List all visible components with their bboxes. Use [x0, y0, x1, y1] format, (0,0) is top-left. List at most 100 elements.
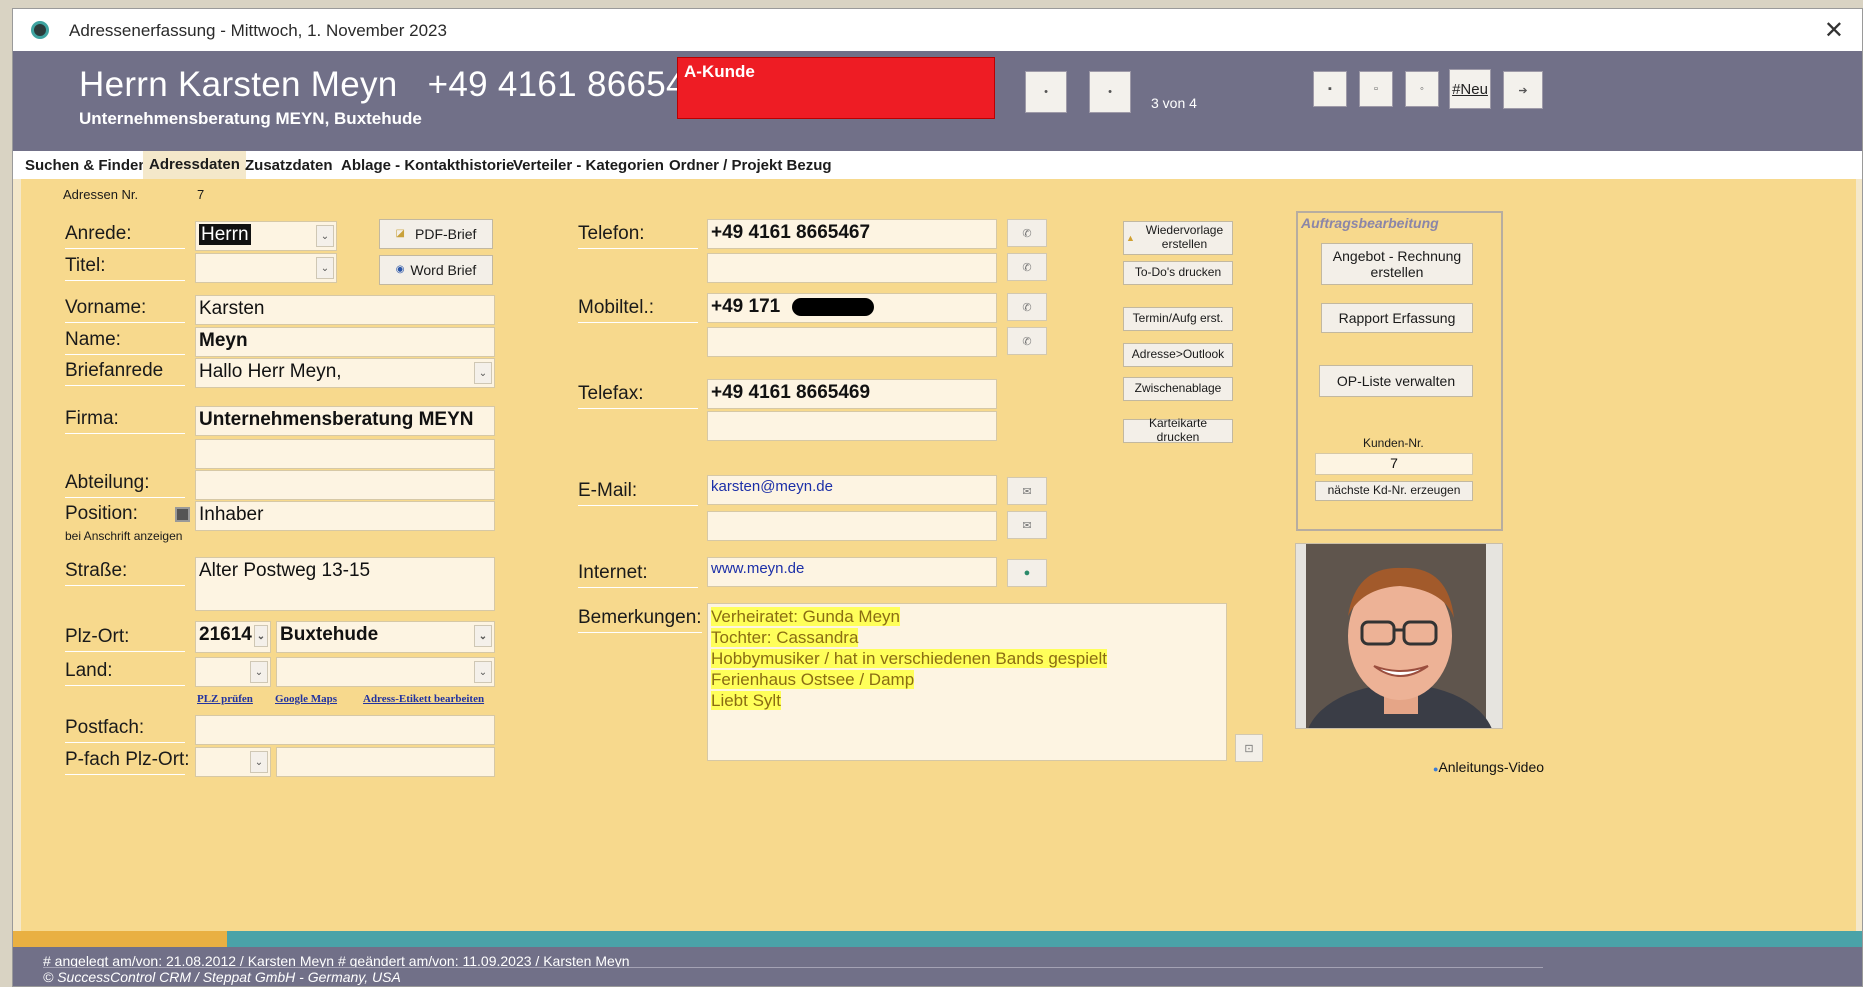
telefax-input[interactable]: +49 4161 8665469	[707, 379, 997, 409]
anrede-label: Anrede:	[65, 223, 185, 249]
bemerkung-line: Tochter: Cassandra	[711, 628, 859, 647]
postfach-input[interactable]	[195, 715, 495, 745]
briefanrede-value: Hallo Herr Meyn,	[199, 361, 342, 382]
save-icon: ▪	[1328, 83, 1332, 95]
mail-icon: ✉	[1022, 485, 1032, 498]
prev-record-button[interactable]: •	[1025, 71, 1067, 113]
trash-icon: ◦	[1420, 83, 1424, 95]
todos-drucken-button[interactable]: To-Do's drucken	[1123, 261, 1233, 285]
strasse-input[interactable]: Alter Postweg 13-15	[195, 557, 495, 611]
expand-notes-button[interactable]: ⊡	[1235, 734, 1263, 762]
angebot-label: Angebot - Rechnung erstellen	[1332, 247, 1462, 280]
exit-icon: ➔	[1518, 84, 1528, 97]
tab-ordner[interactable]: Ordner / Projekt Bezug	[669, 157, 832, 174]
contact-photo[interactable]	[1295, 543, 1503, 729]
chevron-down-icon: ⌄	[250, 751, 268, 773]
position-toggle-checkbox[interactable]	[175, 507, 190, 522]
phone-icon: ✆	[1022, 261, 1032, 274]
send-email-button[interactable]: ✉	[1007, 477, 1047, 505]
redaction-mark	[791, 297, 874, 316]
op-liste-button[interactable]: OP-Liste verwalten	[1319, 365, 1473, 397]
word-brief-button[interactable]: ◉ Word Brief	[379, 255, 493, 285]
copy-icon: ▫	[1374, 83, 1378, 95]
telefax-label: Telefax:	[578, 383, 698, 409]
firma-input[interactable]: Unternehmensberatung MEYN	[195, 406, 495, 436]
google-maps-link[interactable]: Google Maps	[275, 693, 337, 705]
telefon2-input[interactable]	[707, 253, 997, 283]
footer-divider	[43, 967, 1543, 968]
mobil-input[interactable]: +49 171	[707, 293, 997, 323]
pfach-ort-input[interactable]	[276, 747, 495, 777]
adresse-outlook-button[interactable]: Adresse>Outlook	[1123, 343, 1233, 367]
land-code-select[interactable]: ⌄	[195, 657, 271, 687]
abteilung-input[interactable]	[195, 470, 495, 500]
call-telefon2-button[interactable]: ✆	[1007, 253, 1047, 281]
header-contact-line: Herrn Karsten Meyn +49 4161 8665467	[79, 65, 725, 105]
internet-label: Internet:	[578, 562, 698, 588]
briefanrede-select[interactable]: Hallo Herr Meyn, ⌄	[195, 358, 495, 388]
next-kd-nr-button[interactable]: nächste Kd-Nr. erzeugen	[1315, 481, 1473, 501]
exit-button[interactable]: ➔	[1503, 71, 1543, 109]
todos-label: To-Do's drucken	[1134, 265, 1222, 280]
chevron-down-icon: ⌄	[250, 661, 268, 683]
plz-select[interactable]: 21614 ⌄	[195, 621, 271, 653]
tab-verteiler[interactable]: Verteiler - Kategorien	[513, 157, 664, 174]
auftrag-group-title: Auftragsbearbeitung	[1301, 215, 1439, 231]
telefax2-input[interactable]	[707, 411, 997, 441]
call-telefon-button[interactable]: ✆	[1007, 219, 1047, 247]
zwischenablage-button[interactable]: Zwischenablage	[1123, 377, 1233, 401]
termin-button[interactable]: Termin/Aufg erst.	[1123, 307, 1233, 331]
wiedervorlage-button[interactable]: ▲ Wiedervorlage erstellen	[1123, 221, 1233, 255]
titel-select[interactable]: ⌄	[195, 253, 337, 283]
telefon-label: Telefon:	[578, 223, 698, 249]
bemerkung-line: Ferienhaus Ostsee / Damp	[711, 670, 915, 689]
call-mobil2-button[interactable]: ✆	[1007, 327, 1047, 355]
mobil2-input[interactable]	[707, 327, 997, 357]
close-icon[interactable]: ✕	[1824, 16, 1844, 45]
firma2-input[interactable]	[195, 439, 495, 469]
telefon-input[interactable]: +49 4161 8665467	[707, 219, 997, 249]
angebot-rechnung-button[interactable]: Angebot - Rechnung erstellen	[1321, 243, 1473, 285]
land-select[interactable]: ⌄	[276, 657, 495, 687]
chevron-down-icon: ⌄	[474, 362, 492, 384]
plz-pruefen-link[interactable]: PLZ prüfen	[197, 693, 253, 705]
next-icon: •	[1108, 86, 1112, 98]
tab-adressdaten[interactable]: Adressdaten	[143, 151, 246, 179]
pfach-plz-ort-label: P-fach Plz-Ort:	[65, 749, 190, 775]
status-strip-accent	[13, 931, 227, 947]
pfach-plz-select[interactable]: ⌄	[195, 747, 271, 777]
pdf-brief-button[interactable]: ◪ PDF-Brief	[379, 219, 493, 249]
bemerkungen-textarea[interactable]: Verheiratet: Gunda Meyn Tochter: Cassand…	[707, 603, 1227, 761]
email-input[interactable]: karsten@meyn.de	[707, 475, 997, 505]
name-input[interactable]: Meyn	[195, 327, 495, 357]
zoom-icon: ⊡	[1244, 742, 1254, 755]
anrede-select[interactable]: Herrn ⌄	[195, 221, 337, 251]
tab-ablage[interactable]: Ablage - Kontakthistorie	[341, 157, 514, 174]
save-button[interactable]: ▪	[1313, 71, 1347, 107]
briefanrede-label: Briefanrede	[65, 360, 185, 386]
prev-icon: •	[1044, 86, 1048, 98]
header-company: Unternehmensberatung MEYN, Buxtehude	[79, 109, 422, 128]
word-icon: ◉	[395, 264, 405, 276]
email2-input[interactable]	[707, 511, 997, 541]
copy-button[interactable]: ▫	[1359, 71, 1393, 107]
next-record-button[interactable]: •	[1089, 71, 1131, 113]
new-record-button[interactable]: #Neu	[1449, 69, 1491, 109]
call-mobil-button[interactable]: ✆	[1007, 293, 1047, 321]
tab-suchen[interactable]: Suchen & Finden	[25, 157, 148, 174]
tab-zusatzdaten[interactable]: Zusatzdaten	[245, 157, 333, 174]
postfach-label: Postfach:	[65, 717, 185, 743]
open-website-button[interactable]: ●	[1007, 559, 1047, 587]
karteikarte-button[interactable]: Karteikarte drucken	[1123, 416, 1233, 444]
rapport-button[interactable]: Rapport Erfassung	[1321, 303, 1473, 333]
adress-etikett-link[interactable]: Adress-Etikett bearbeiten	[363, 693, 484, 705]
video-link[interactable]: ●Anleitungs-Video	[1433, 759, 1544, 775]
send-email2-button[interactable]: ✉	[1007, 511, 1047, 539]
vorname-input[interactable]: Karsten	[195, 295, 495, 325]
ort-select[interactable]: Buxtehude ⌄	[276, 621, 495, 653]
internet-input[interactable]: www.meyn.de	[707, 557, 997, 587]
kunden-nr-input[interactable]: 7	[1315, 453, 1473, 475]
new-record-label: #Neu	[1452, 80, 1488, 98]
position-input[interactable]: Inhaber	[195, 501, 495, 531]
delete-button[interactable]: ◦	[1405, 71, 1439, 107]
